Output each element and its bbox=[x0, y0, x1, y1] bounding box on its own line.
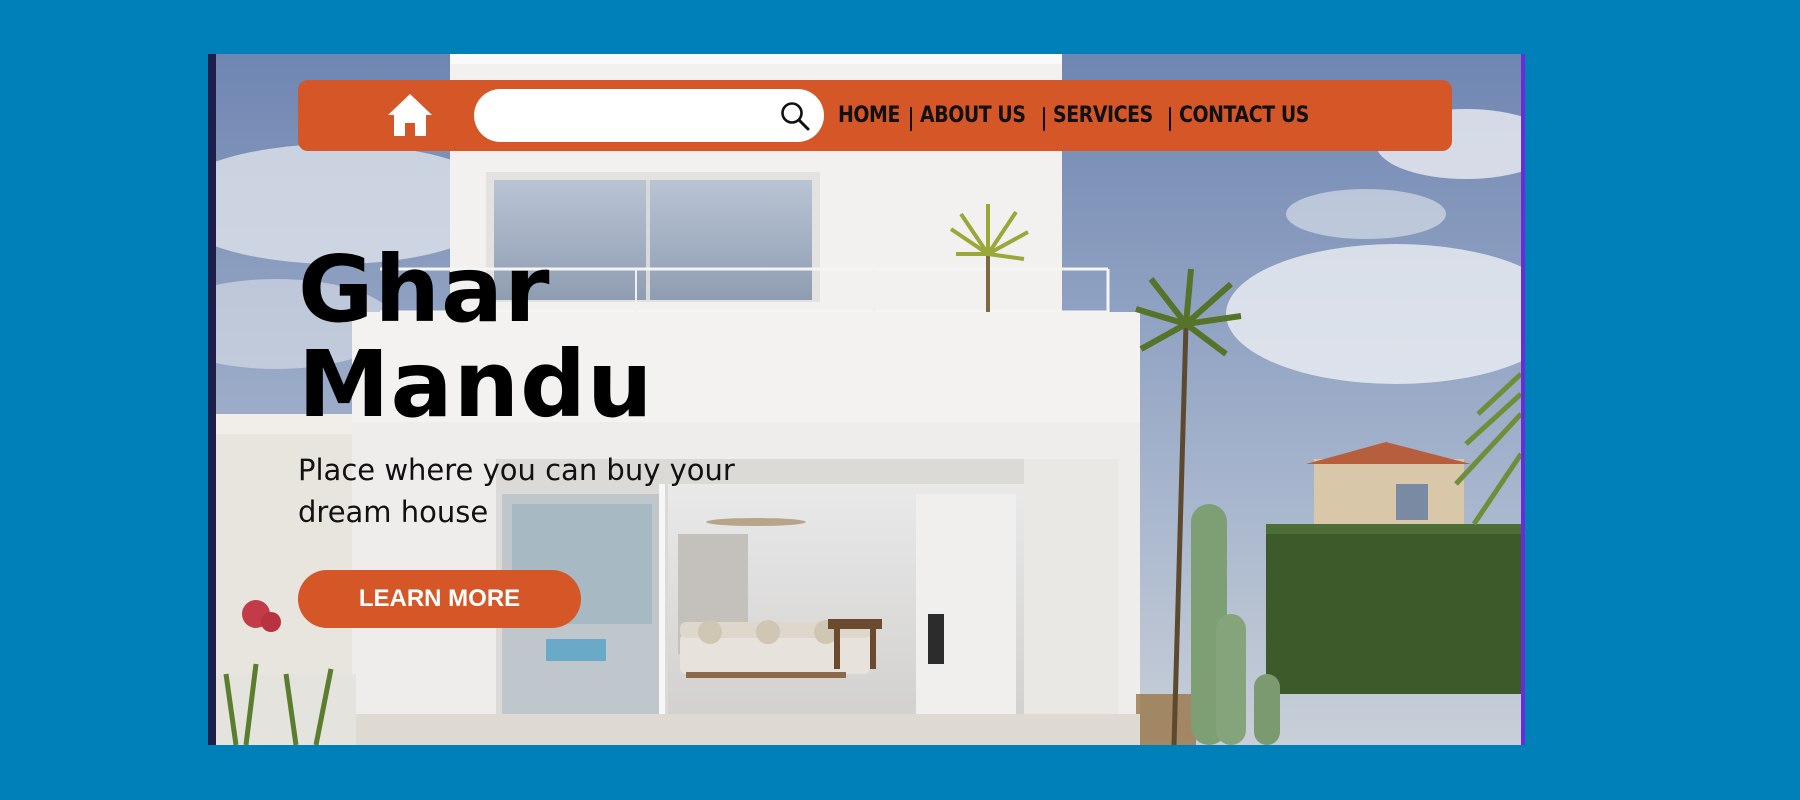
search-input[interactable] bbox=[492, 97, 766, 136]
nav-links: HOME ABOUT US SERVICES CONTACT US bbox=[838, 80, 1316, 151]
nav-divider bbox=[910, 106, 913, 131]
home-icon[interactable] bbox=[386, 92, 434, 138]
nav-divider bbox=[1168, 106, 1171, 131]
nav-link-home[interactable]: HOME bbox=[838, 103, 900, 128]
nav-link-services[interactable]: SERVICES bbox=[1053, 103, 1153, 128]
hero-title-line-1: Ghar bbox=[298, 236, 551, 343]
hero-title: Ghar Mandu bbox=[298, 242, 653, 432]
navbar: HOME ABOUT US SERVICES CONTACT US bbox=[298, 80, 1452, 151]
hero-title-line-2: Mandu bbox=[298, 331, 654, 438]
learn-more-button[interactable]: LEARN MORE bbox=[298, 570, 581, 628]
search-icon[interactable] bbox=[779, 100, 811, 132]
hero-subtitle: Place where you can buy your dream house bbox=[298, 453, 735, 529]
nav-link-contact-us[interactable]: CONTACT US bbox=[1179, 103, 1309, 128]
hero-banner: HOME ABOUT US SERVICES CONTACT US Ghar M… bbox=[208, 54, 1525, 745]
nav-divider bbox=[1042, 106, 1045, 131]
search-bar bbox=[474, 89, 824, 142]
nav-link-about-us[interactable]: ABOUT US bbox=[920, 103, 1026, 128]
